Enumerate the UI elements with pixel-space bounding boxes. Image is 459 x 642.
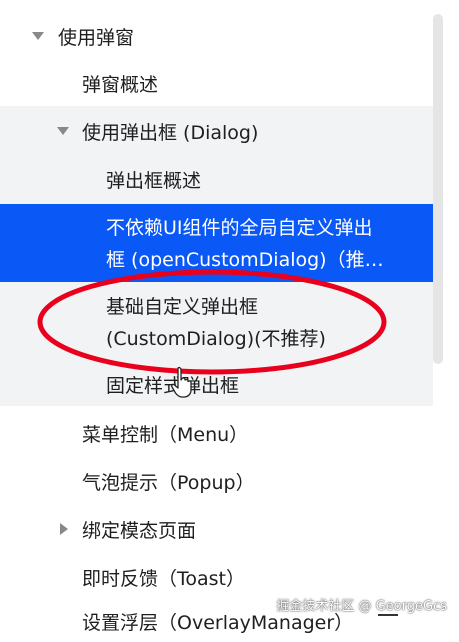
tree-item-popup-overview[interactable]: 弹窗概述 bbox=[0, 60, 433, 106]
tree-item-use-dialog[interactable]: 使用弹出框 (Dialog) bbox=[0, 108, 433, 154]
scrollbar-thumb[interactable] bbox=[433, 14, 443, 364]
tree-item-label-line2: 框 (openCustomDialog)（推… bbox=[106, 249, 384, 271]
tree-item-popup[interactable]: 气泡提示（Popup） bbox=[0, 458, 433, 504]
chevron-right-icon[interactable] bbox=[60, 523, 68, 535]
tree-item-use-popup[interactable]: 使用弹窗 bbox=[0, 14, 433, 58]
tree-item-fixed-style-dialog[interactable]: 固定样式弹出框 bbox=[0, 360, 433, 406]
watermark-text: 掘金技术社区 @ GeorgeGcs bbox=[276, 599, 447, 614]
navigation-tree: 使用弹窗 弹窗概述 使用弹出框 (Dialog) 弹出框概述 不依赖UI组件的全… bbox=[0, 0, 433, 634]
tree-item-label: 即时反馈（Toast） bbox=[82, 568, 245, 590]
tree-item-label: 使用弹窗 bbox=[58, 27, 135, 49]
tree-item-label: 绑定模态页面 bbox=[82, 520, 197, 542]
minimize-dash-icon bbox=[378, 614, 398, 616]
tree-item-global-custom-dialog[interactable]: 不依赖UI组件的全局自定义弹出 框 (openCustomDialog)（推… bbox=[0, 204, 433, 282]
tree-item-label-line1: 基础自定义弹出框 bbox=[106, 296, 259, 318]
tree-item-dialog-overview[interactable]: 弹出框概述 bbox=[0, 156, 433, 202]
tree-item-bind-modal[interactable]: 绑定模态页面 bbox=[0, 506, 433, 552]
tree-item-label: 弹窗概述 bbox=[82, 74, 159, 96]
hand-cursor-icon bbox=[171, 366, 192, 398]
chevron-down-icon[interactable] bbox=[57, 127, 69, 135]
tree-item-label: 菜单控制（Menu） bbox=[82, 424, 249, 446]
tree-item-label: 使用弹出框 (Dialog) bbox=[82, 122, 259, 144]
tree-item-label: 气泡提示（Popup） bbox=[82, 472, 255, 494]
tree-item-toast[interactable]: 即时反馈（Toast） bbox=[0, 554, 433, 600]
tree-item-menu[interactable]: 菜单控制（Menu） bbox=[0, 410, 433, 456]
tree-item-label: 弹出框概述 bbox=[106, 170, 202, 192]
tree-item-label-line1: 不依赖UI组件的全局自定义弹出 bbox=[106, 217, 373, 239]
chevron-down-icon[interactable] bbox=[32, 32, 44, 40]
tree-item-custom-dialog[interactable]: 基础自定义弹出框 (CustomDialog)(不推荐) bbox=[0, 284, 433, 360]
tree-item-label-line2: (CustomDialog)(不推荐) bbox=[106, 328, 326, 350]
